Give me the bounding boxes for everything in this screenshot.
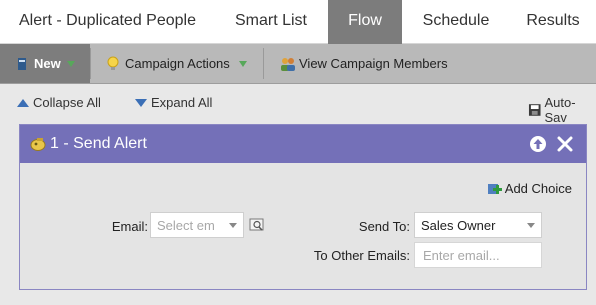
chevron-down-icon xyxy=(527,223,535,228)
close-icon[interactable] xyxy=(556,135,574,153)
document-icon xyxy=(18,57,26,70)
view-campaign-members-button[interactable]: View Campaign Members xyxy=(279,44,448,83)
add-choice-label: Add Choice xyxy=(504,181,572,196)
collapse-all-button[interactable]: Collapse All xyxy=(17,95,101,110)
email-select[interactable]: Select em xyxy=(150,212,244,238)
send-to-select[interactable]: Sales Owner xyxy=(414,212,542,238)
auto-save-label: Auto-Sav xyxy=(544,95,576,125)
toolbar: New Campaign Actions View Campaign Membe… xyxy=(0,44,596,84)
new-button-label: New xyxy=(34,56,61,71)
program-title: Alert - Duplicated People xyxy=(19,12,196,29)
move-up-icon[interactable] xyxy=(529,135,547,153)
send-to-label: Send To: xyxy=(358,219,410,234)
preview-icon[interactable] xyxy=(249,218,265,232)
email-label: Email: xyxy=(111,219,148,234)
people-icon xyxy=(281,57,295,71)
flow-subbar: Collapse All Expand All Auto-Sav xyxy=(0,85,596,125)
tab-results[interactable]: Results xyxy=(510,0,596,44)
other-emails-label: To Other Emails: xyxy=(313,248,410,263)
chevron-down-icon xyxy=(229,223,237,228)
new-button[interactable]: New xyxy=(0,44,90,83)
top-tab-bar: Alert - Duplicated People Smart List Flo… xyxy=(0,0,596,44)
other-emails-placeholder: Enter email... xyxy=(423,247,500,263)
campaign-actions-button[interactable]: Campaign Actions xyxy=(106,44,247,83)
email-select-placeholder: Select em xyxy=(157,217,215,233)
toolbar-divider xyxy=(263,48,264,79)
flow-step-header[interactable]: 1 - Send Alert xyxy=(20,125,586,163)
save-icon xyxy=(528,104,541,116)
lightbulb-icon xyxy=(107,56,119,70)
expand-all-label: Expand All xyxy=(151,95,213,110)
toolbar-divider xyxy=(90,48,91,79)
flow-step-title: 1 - Send Alert xyxy=(50,135,147,152)
tab-smart-list[interactable]: Smart List xyxy=(214,0,328,44)
tab-schedule[interactable]: Schedule xyxy=(402,0,510,44)
collapse-all-label: Collapse All xyxy=(33,95,101,110)
flow-step-body: Add Choice Email: Select em Send To: Sal… xyxy=(20,163,586,289)
tab-flow[interactable]: Flow xyxy=(328,0,402,44)
campaign-actions-label: Campaign Actions xyxy=(125,56,230,71)
add-choice-icon xyxy=(487,183,502,194)
chevron-down-icon xyxy=(238,60,247,67)
expand-icon xyxy=(135,98,147,107)
add-choice-button[interactable]: Add Choice xyxy=(487,181,572,196)
chevron-down-icon xyxy=(66,60,75,67)
expand-all-button[interactable]: Expand All xyxy=(135,95,212,110)
view-campaign-members-label: View Campaign Members xyxy=(299,56,448,71)
other-emails-input[interactable]: Enter email... xyxy=(414,242,542,268)
alert-bell-icon xyxy=(30,138,46,151)
auto-save-toggle[interactable]: Auto-Sav xyxy=(528,95,596,125)
send-to-value: Sales Owner xyxy=(421,217,496,233)
flow-step-panel: 1 - Send Alert Add Choice Email: Select … xyxy=(19,124,587,290)
collapse-icon xyxy=(17,98,29,107)
